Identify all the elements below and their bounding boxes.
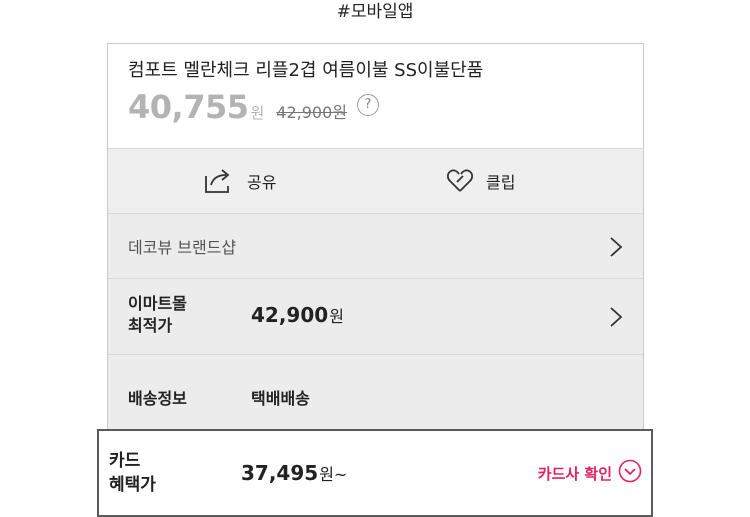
- question-circle-icon[interactable]: ?: [357, 94, 379, 116]
- chevron-right-icon: [609, 236, 623, 262]
- emart-label-line1: 이마트몰: [128, 294, 187, 313]
- emart-best-price-row[interactable]: 이마트몰 최적가 42,900원: [108, 279, 643, 355]
- clip-button[interactable]: 클립: [446, 149, 515, 213]
- action-bar: 공유 클립: [108, 148, 643, 214]
- brand-shop-row[interactable]: 데코뷰 브랜드샵: [108, 214, 643, 279]
- share-button[interactable]: 공유: [203, 149, 276, 213]
- product-summary: 컴포트 멜란체크 리플2겹 여름이불 SS이불단품 40,755 원 42,90…: [108, 44, 643, 148]
- sale-price: 40,755: [128, 88, 249, 126]
- card-price-value: 37,495: [241, 461, 319, 485]
- emart-price-unit: 원: [329, 307, 344, 326]
- card-price-unit: 원~: [319, 465, 348, 484]
- share-label: 공유: [247, 173, 277, 192]
- original-price: 42,900원: [276, 103, 348, 122]
- card-benefit-box: 카드 혜택가 37,495원~ 카드사 확인: [97, 429, 653, 517]
- card-benefit-label: 카드 혜택가: [109, 449, 156, 497]
- card-check-label: 카드사 확인: [537, 464, 612, 483]
- emart-price-value: 42,900: [251, 303, 329, 327]
- emart-best-price-label: 이마트몰 최적가: [128, 293, 208, 337]
- card-benefit-price: 37,495원~: [241, 461, 347, 485]
- clip-label: 클립: [486, 173, 516, 192]
- shipping-label: 배송정보: [128, 389, 187, 408]
- share-icon: [203, 167, 235, 195]
- chevron-down-circle-icon: [618, 459, 642, 487]
- sale-price-unit: 원: [250, 104, 265, 122]
- emart-label-line2: 최적가: [128, 316, 173, 335]
- card-label-line1: 카드: [109, 451, 141, 471]
- shipping-value: 택배배송: [251, 389, 310, 408]
- emart-best-price: 42,900원: [251, 303, 344, 327]
- card-company-check-button[interactable]: 카드사 확인: [538, 459, 642, 487]
- brand-shop-label: 데코뷰 브랜드샵: [128, 238, 237, 257]
- price-row: 40,755 원 42,900원: [128, 88, 347, 128]
- shipping-row: 배송정보 택배배송: [108, 355, 643, 430]
- heart-clip-icon: [446, 168, 474, 194]
- page-caption: #모바일앱: [336, 2, 414, 22]
- card-label-line2: 혜택가: [109, 475, 156, 495]
- chevron-right-icon: [609, 306, 623, 332]
- product-name: 컴포트 멜란체크 리플2겹 여름이불 SS이불단품: [128, 60, 484, 81]
